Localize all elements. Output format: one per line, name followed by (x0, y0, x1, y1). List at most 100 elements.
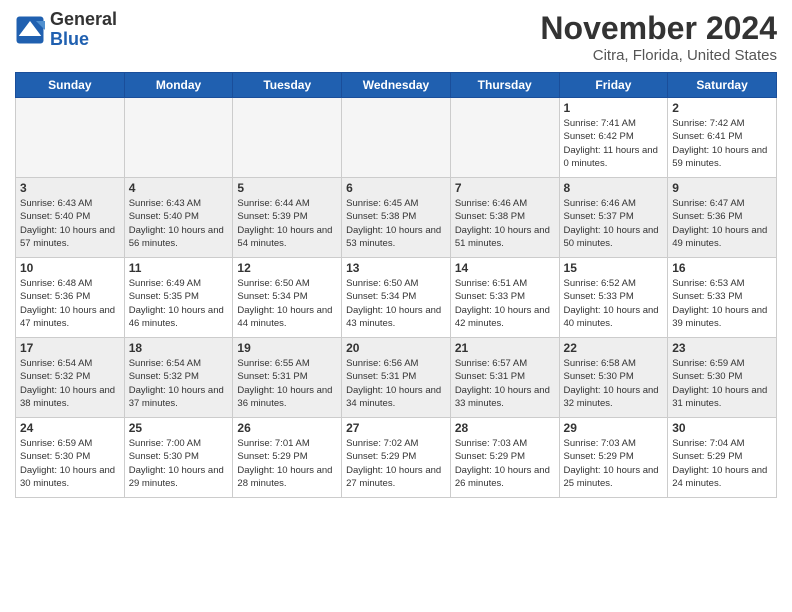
month-title: November 2024 (540, 10, 777, 47)
calendar-header-sunday: Sunday (16, 73, 125, 98)
calendar-cell: 11Sunrise: 6:49 AM Sunset: 5:35 PM Dayli… (124, 258, 233, 338)
location-text: Citra, Florida, United States (540, 47, 777, 64)
day-number: 7 (455, 181, 555, 195)
calendar-table: SundayMondayTuesdayWednesdayThursdayFrid… (15, 72, 777, 498)
calendar-cell: 12Sunrise: 6:50 AM Sunset: 5:34 PM Dayli… (233, 258, 342, 338)
calendar-cell: 21Sunrise: 6:57 AM Sunset: 5:31 PM Dayli… (450, 338, 559, 418)
calendar-week-row: 24 Sunrise: 6:59 AM Sunset: 5:30 PM Dayli… (16, 418, 777, 498)
calendar-header-saturday: Saturday (668, 73, 777, 98)
day-number: 25 (129, 421, 229, 435)
header-row: General Blue November 2024 Citra, Florid… (15, 10, 777, 64)
day-number: 9 (672, 181, 772, 195)
calendar-cell (342, 98, 451, 178)
day-info: Sunrise: 6:51 AM Sunset: 5:33 PM Dayligh… (455, 277, 555, 330)
day-info: Sunrise: 7:04 AM Sunset: 5:29 PM Dayligh… (672, 437, 772, 490)
day-info: Sunrise: 7:41 AM Sunset: 6:42 PM Dayligh… (564, 117, 664, 170)
calendar-header-wednesday: Wednesday (342, 73, 451, 98)
day-info: Sunrise: 6:43 AM Sunset: 5:40 PM Dayligh… (129, 197, 229, 250)
day-number: 5 (237, 181, 337, 195)
day-number: 18 (129, 341, 229, 355)
day-number: 1 (564, 101, 664, 115)
calendar-cell (233, 98, 342, 178)
day-info: Sunrise: 6:55 AM Sunset: 5:31 PM Dayligh… (237, 357, 337, 410)
day-number: 20 (346, 341, 446, 355)
day-info: Sunrise: 7:01 AM Sunset: 5:29 PM Dayligh… (237, 437, 337, 490)
calendar-cell (124, 98, 233, 178)
day-number: 28 (455, 421, 555, 435)
day-info: Sunrise: 7:03 AM Sunset: 5:29 PM Dayligh… (564, 437, 664, 490)
calendar-cell: 2Sunrise: 7:42 AM Sunset: 6:41 PM Daylig… (668, 98, 777, 178)
day-number: 30 (672, 421, 772, 435)
day-number: 6 (346, 181, 446, 195)
logo-general-text: General (50, 10, 117, 30)
day-info: Sunrise: 6:54 AM Sunset: 5:32 PM Dayligh… (20, 357, 120, 410)
day-info: Sunrise: 6:46 AM Sunset: 5:37 PM Dayligh… (564, 197, 664, 250)
calendar-header-monday: Monday (124, 73, 233, 98)
calendar-cell: 18 Sunrise: 6:54 AM Sunset: 5:32 PM Dayli… (124, 338, 233, 418)
calendar-header-thursday: Thursday (450, 73, 559, 98)
day-info: Sunrise: 6:50 AM Sunset: 5:34 PM Dayligh… (346, 277, 446, 330)
day-info: Sunrise: 6:54 AM Sunset: 5:32 PM Dayligh… (129, 357, 229, 410)
day-number: 29 (564, 421, 664, 435)
logo: General Blue (15, 10, 117, 50)
day-number: 24 (20, 421, 120, 435)
calendar-cell: 9 Sunrise: 6:47 AM Sunset: 5:36 PM Daylig… (668, 178, 777, 258)
day-info: Sunrise: 6:56 AM Sunset: 5:31 PM Dayligh… (346, 357, 446, 410)
calendar-cell: 25 Sunrise: 7:00 AM Sunset: 5:30 PM Dayli… (124, 418, 233, 498)
calendar-cell: 3Sunrise: 6:43 AM Sunset: 5:40 PM Daylig… (16, 178, 125, 258)
calendar-cell: 22 Sunrise: 6:58 AM Sunset: 5:30 PM Dayli… (559, 338, 668, 418)
day-info: Sunrise: 6:45 AM Sunset: 5:38 PM Dayligh… (346, 197, 446, 250)
calendar-cell: 5 Sunrise: 6:44 AM Sunset: 5:39 PM Daylig… (233, 178, 342, 258)
calendar-header-friday: Friday (559, 73, 668, 98)
day-info: Sunrise: 6:46 AM Sunset: 5:38 PM Dayligh… (455, 197, 555, 250)
day-number: 16 (672, 261, 772, 275)
day-number: 22 (564, 341, 664, 355)
calendar-cell: 20 Sunrise: 6:56 AM Sunset: 5:31 PM Dayli… (342, 338, 451, 418)
day-info: Sunrise: 6:58 AM Sunset: 5:30 PM Dayligh… (564, 357, 664, 410)
day-number: 26 (237, 421, 337, 435)
day-number: 27 (346, 421, 446, 435)
day-number: 13 (346, 261, 446, 275)
calendar-cell (450, 98, 559, 178)
calendar-cell: 23Sunrise: 6:59 AM Sunset: 5:30 PM Dayli… (668, 338, 777, 418)
day-number: 8 (564, 181, 664, 195)
calendar-week-row: 3 Sunrise: 6:43 AM Sunset: 5:40 PM Daylig… (16, 178, 777, 258)
day-info: Sunrise: 6:59 AM Sunset: 5:30 PM Dayligh… (20, 437, 120, 490)
calendar-cell: 15 Sunrise: 6:52 AM Sunset: 5:33 PM Dayli… (559, 258, 668, 338)
day-info: Sunrise: 6:53 AM Sunset: 5:33 PM Dayligh… (672, 277, 772, 330)
day-info: Sunrise: 7:00 AM Sunset: 5:30 PM Dayligh… (129, 437, 229, 490)
calendar-cell: 16 Sunrise: 6:53 AM Sunset: 5:33 PM Dayli… (668, 258, 777, 338)
day-number: 17 (20, 341, 120, 355)
day-info: Sunrise: 6:44 AM Sunset: 5:39 PM Dayligh… (237, 197, 337, 250)
calendar-cell: 26 Sunrise: 7:01 AM Sunset: 5:29 PM Dayli… (233, 418, 342, 498)
day-number: 14 (455, 261, 555, 275)
day-info: Sunrise: 6:48 AM Sunset: 5:36 PM Dayligh… (20, 277, 120, 330)
day-number: 15 (564, 261, 664, 275)
calendar-week-row: 10Sunrise: 6:48 AM Sunset: 5:36 PM Dayli… (16, 258, 777, 338)
day-number: 21 (455, 341, 555, 355)
day-info: Sunrise: 7:03 AM Sunset: 5:29 PM Dayligh… (455, 437, 555, 490)
calendar-cell: 1 Sunrise: 7:41 AM Sunset: 6:42 PM Daylig… (559, 98, 668, 178)
day-info: Sunrise: 6:52 AM Sunset: 5:33 PM Dayligh… (564, 277, 664, 330)
main-container: General Blue November 2024 Citra, Florid… (0, 0, 792, 503)
day-info: Sunrise: 7:02 AM Sunset: 5:29 PM Dayligh… (346, 437, 446, 490)
calendar-cell: 24 Sunrise: 6:59 AM Sunset: 5:30 PM Dayli… (16, 418, 125, 498)
logo-icon (15, 15, 45, 45)
day-info: Sunrise: 6:49 AM Sunset: 5:35 PM Dayligh… (129, 277, 229, 330)
day-info: Sunrise: 6:47 AM Sunset: 5:36 PM Dayligh… (672, 197, 772, 250)
day-number: 4 (129, 181, 229, 195)
calendar-cell: 14 Sunrise: 6:51 AM Sunset: 5:33 PM Dayli… (450, 258, 559, 338)
calendar-cell: 30 Sunrise: 7:04 AM Sunset: 5:29 PM Dayli… (668, 418, 777, 498)
day-number: 3 (20, 181, 120, 195)
calendar-cell: 27 Sunrise: 7:02 AM Sunset: 5:29 PM Dayli… (342, 418, 451, 498)
calendar-cell: 7 Sunrise: 6:46 AM Sunset: 5:38 PM Daylig… (450, 178, 559, 258)
calendar-cell: 28 Sunrise: 7:03 AM Sunset: 5:29 PM Dayli… (450, 418, 559, 498)
calendar-cell: 17 Sunrise: 6:54 AM Sunset: 5:32 PM Dayli… (16, 338, 125, 418)
calendar-cell: 4 Sunrise: 6:43 AM Sunset: 5:40 PM Daylig… (124, 178, 233, 258)
calendar-cell (16, 98, 125, 178)
day-number: 12 (237, 261, 337, 275)
calendar-week-row: 17 Sunrise: 6:54 AM Sunset: 5:32 PM Dayli… (16, 338, 777, 418)
calendar-cell: 6 Sunrise: 6:45 AM Sunset: 5:38 PM Daylig… (342, 178, 451, 258)
calendar-cell: 19Sunrise: 6:55 AM Sunset: 5:31 PM Dayli… (233, 338, 342, 418)
calendar-cell: 29 Sunrise: 7:03 AM Sunset: 5:29 PM Dayli… (559, 418, 668, 498)
